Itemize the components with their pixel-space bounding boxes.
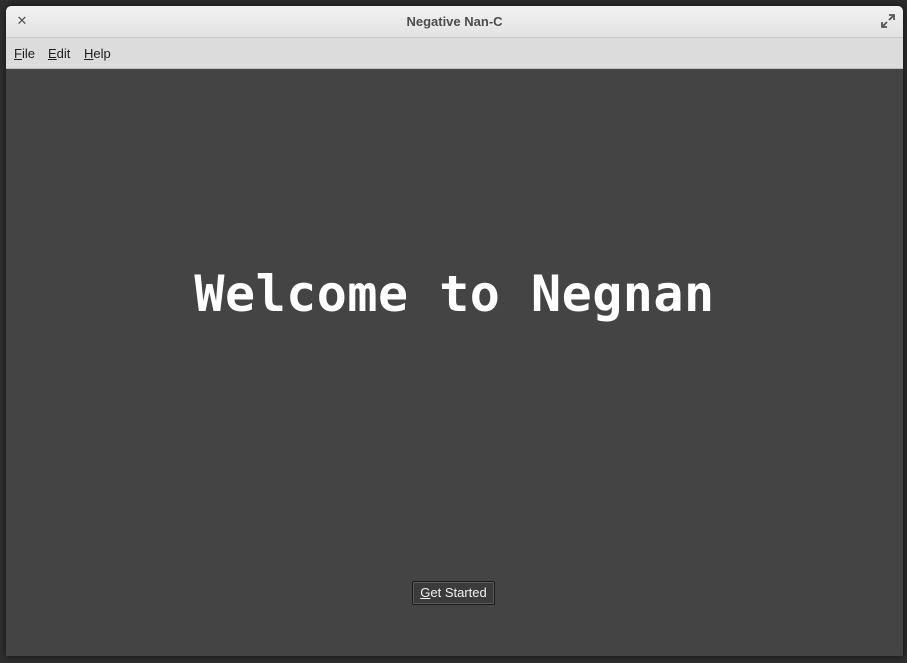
- window-title: Negative Nan-C: [406, 14, 503, 29]
- menu-help[interactable]: Help: [84, 46, 111, 61]
- menu-bar: File Edit Help: [6, 38, 903, 69]
- maximize-icon[interactable]: [881, 14, 895, 28]
- menu-edit[interactable]: Edit: [48, 46, 70, 61]
- main-content: Welcome to Negnan Get Started: [6, 69, 903, 656]
- app-window: ✕ Negative Nan-C File Edit Help Welcome …: [6, 6, 903, 656]
- background-desktop-strip: [0, 656, 907, 663]
- title-bar[interactable]: ✕ Negative Nan-C: [6, 6, 903, 38]
- menu-file[interactable]: File: [14, 46, 35, 61]
- welcome-heading: Welcome to Negnan: [194, 265, 715, 323]
- get-started-button[interactable]: Get Started: [412, 581, 495, 605]
